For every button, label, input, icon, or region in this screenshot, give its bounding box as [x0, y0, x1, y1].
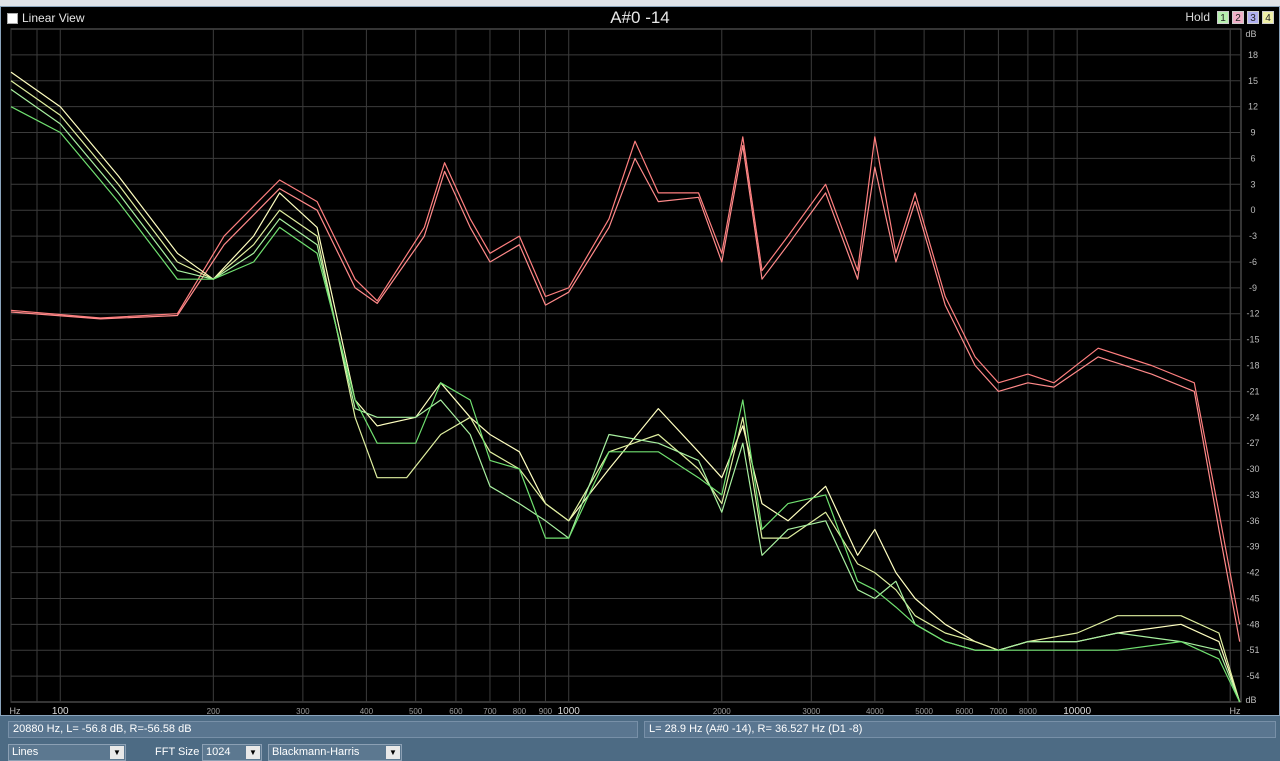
hold-label: Hold: [1185, 10, 1210, 24]
fft-size-value: 1024: [206, 746, 231, 758]
y-tick-label: 15: [1248, 76, 1258, 86]
y-tick-label: -24: [1246, 412, 1259, 422]
chevron-down-icon: ▼: [386, 746, 400, 759]
x-tick-label: 6000: [955, 707, 973, 715]
y-tick-label: 9: [1250, 128, 1255, 138]
window-function-select[interactable]: Blackmann-Harris ▼: [268, 744, 402, 761]
y-tick-label: -30: [1246, 464, 1259, 474]
x-tick-label: 300: [296, 707, 310, 715]
display-mode-value: Lines: [12, 746, 39, 758]
y-tick-label: 12: [1248, 102, 1258, 112]
y-tick-label: -54: [1246, 671, 1259, 681]
y-tick-label: -33: [1246, 490, 1259, 500]
fft-size-label: FFT Size: [155, 746, 200, 758]
chevron-down-icon: ▼: [246, 746, 260, 759]
x-tick-label: 1000: [558, 706, 581, 715]
x-tick-label: 400: [360, 707, 374, 715]
x-tick-label: 5000: [915, 707, 933, 715]
y-tick-label: -42: [1246, 568, 1259, 578]
y-tick-label: 3: [1250, 179, 1255, 189]
y-tick-label: -9: [1249, 283, 1257, 293]
status-bar: 20880 Hz, L= -56.8 dB, R=-56.58 dB L= 28…: [0, 716, 1280, 761]
fft-size-select[interactable]: 1024 ▼: [202, 744, 262, 761]
x-unit-label-right: Hz: [1230, 706, 1241, 715]
x-tick-label: 800: [513, 707, 527, 715]
spectrum-plot: 18 15 12 9 6 3 0 -3 -6 -9 -12 -15 -18 -21 -24 -27 -30 -33…: [10, 28, 1260, 715]
y-tick-label: -12: [1246, 309, 1259, 319]
x-tick-label: 200: [207, 707, 221, 715]
x-tick-label: 2000: [713, 707, 731, 715]
y-tick-label: -51: [1246, 645, 1259, 655]
display-mode-select[interactable]: Lines ▼: [8, 744, 126, 761]
pitch-readout: L= 28.9 Hz (A#0 -14), R= 36.527 Hz (D1 -…: [644, 721, 1276, 738]
x-unit-label-left: Hz: [10, 706, 21, 715]
x-tick-label: 900: [539, 707, 553, 715]
chevron-down-icon: ▼: [110, 746, 124, 759]
x-tick-label: 4000: [866, 707, 884, 715]
x-tick-label: 500: [409, 707, 423, 715]
y-tick-label: 0: [1250, 205, 1255, 215]
cursor-readout: 20880 Hz, L= -56.8 dB, R=-56.58 dB: [8, 721, 638, 738]
x-tick-label: 10000: [1063, 706, 1091, 715]
x-tick-label: 600: [449, 707, 463, 715]
analyzer-header: Linear View A#0 -14 Hold 1 2 3 4: [0, 6, 1280, 28]
y-tick-label: -21: [1246, 386, 1259, 396]
y-unit-label-bottom: dB: [1245, 695, 1256, 705]
hold-group: Hold 1 2 3 4: [1185, 10, 1274, 24]
x-tick-label: 8000: [1019, 707, 1037, 715]
spectrum-analyzer-panel: 18 15 12 9 6 3 0 -3 -6 -9 -12 -15 -18 -21 -24 -27 -30 -33…: [0, 6, 1280, 716]
hold-button-1[interactable]: 1: [1217, 10, 1229, 24]
x-tick-label: 700: [483, 707, 497, 715]
x-tick-label: 3000: [802, 707, 820, 715]
hold-button-3[interactable]: 3: [1247, 10, 1259, 24]
y-tick-label: -15: [1246, 335, 1259, 345]
hold-button-2[interactable]: 2: [1232, 10, 1244, 24]
y-tick-label: -36: [1246, 516, 1259, 526]
y-tick-label: 6: [1250, 153, 1255, 163]
y-tick-label: -27: [1246, 438, 1259, 448]
y-tick-label: -3: [1249, 231, 1257, 241]
x-tick-label: 100: [52, 706, 69, 715]
y-tick-label: -6: [1249, 257, 1257, 267]
y-tick-label: -18: [1246, 361, 1259, 371]
y-tick-label: 18: [1248, 50, 1258, 60]
hold-button-4[interactable]: 4: [1262, 10, 1274, 24]
x-tick-label: 7000: [990, 707, 1008, 715]
y-tick-label: -39: [1246, 542, 1259, 552]
note-title: A#0 -14: [610, 8, 670, 27]
y-unit-label-top: dB: [1245, 29, 1256, 39]
y-tick-label: -48: [1246, 619, 1259, 629]
y-tick-label: -45: [1246, 593, 1259, 603]
window-function-value: Blackmann-Harris: [272, 746, 360, 758]
